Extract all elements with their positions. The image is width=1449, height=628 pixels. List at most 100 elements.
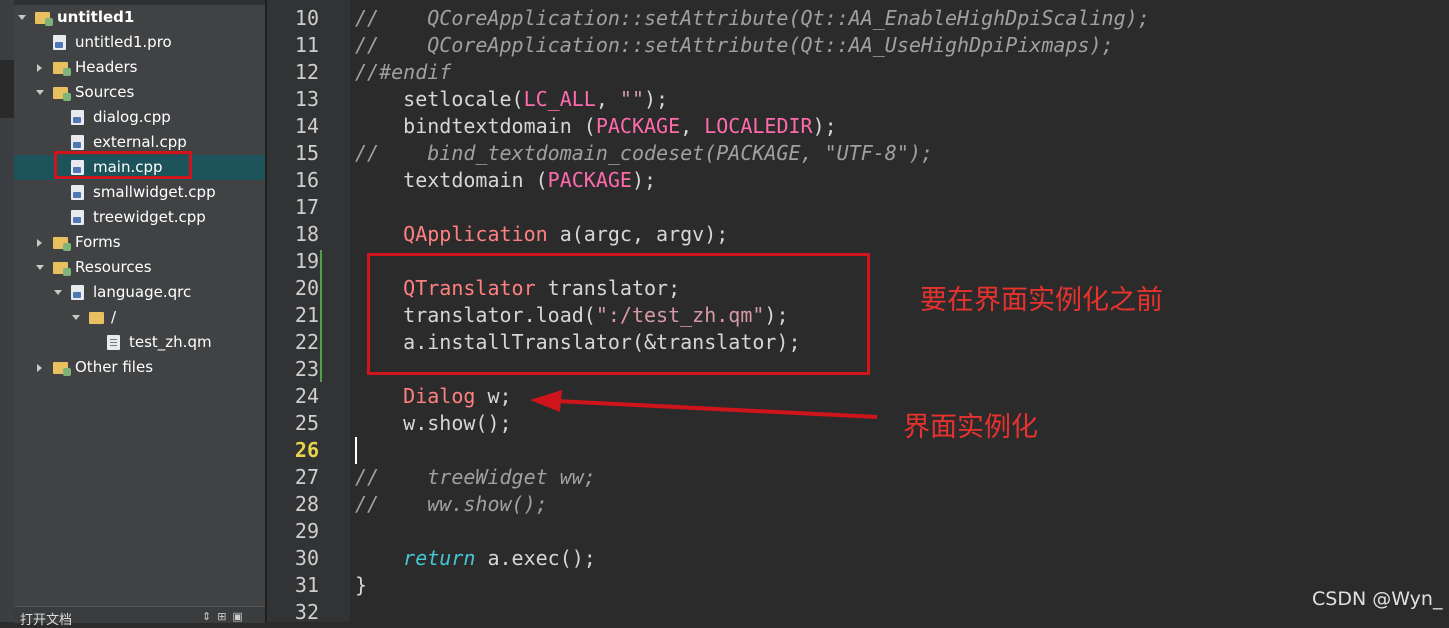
code-line[interactable]: // QCoreApplication::setAttribute(Qt::AA…: [355, 5, 1150, 32]
tree-item[interactable]: Resources: [14, 255, 265, 280]
tree-item[interactable]: Forms: [14, 230, 265, 255]
code-token: );: [631, 168, 657, 192]
line-number: 24: [294, 384, 319, 408]
watermark: CSDN @Wyn_: [1312, 588, 1443, 610]
code-line[interactable]: // bind_textdomain_codeset(PACKAGE, "UTF…: [355, 140, 933, 167]
chevron-right-icon[interactable]: [37, 64, 42, 72]
chevron-down-icon[interactable]: [54, 290, 62, 295]
code-token: QApplication: [403, 222, 548, 246]
annotation-ui-instantiation: 界面实例化: [903, 412, 1038, 443]
left-mode-bar: [0, 0, 14, 622]
line-number: 25: [294, 411, 319, 435]
qm-file-icon: [107, 335, 120, 350]
chevron-down-icon[interactable]: [36, 90, 44, 95]
code-token: w;: [475, 384, 512, 408]
sources-folder-icon: [53, 87, 71, 101]
tree-item[interactable]: smallwidget.cpp: [14, 180, 265, 205]
line-number: 26: [294, 438, 319, 462]
chevron-down-icon[interactable]: [18, 15, 26, 20]
forms-folder-icon: [53, 237, 71, 251]
code-token: // treeWidget ww;: [355, 465, 596, 489]
main-cpp-highlight-box: [54, 151, 192, 179]
line-number: 17: [294, 195, 319, 219]
code-token: PACKAGE: [547, 168, 632, 192]
code-line[interactable]: // QCoreApplication::setAttribute(Qt::AA…: [355, 32, 1114, 59]
tree-item[interactable]: untitled1.pro: [14, 30, 265, 55]
code-line[interactable]: setlocale(LC_ALL, "");: [355, 86, 668, 113]
code-token: a(argc, argv);: [547, 222, 729, 246]
tree-item-label: external.cpp: [93, 133, 187, 151]
code-token: // QCoreApplication::setAttribute(Qt::AA…: [355, 6, 1150, 30]
code-token: }: [355, 573, 368, 597]
chevron-right-icon[interactable]: [37, 239, 42, 247]
code-token: ,: [680, 114, 705, 138]
code-line[interactable]: //#endif: [355, 59, 451, 86]
tree-item-label: test_zh.qm: [129, 333, 212, 351]
project-folder-icon: [35, 12, 53, 26]
code-line[interactable]: return a.exec();: [355, 545, 596, 572]
tree-item[interactable]: dialog.cpp: [14, 105, 265, 130]
code-token: return: [403, 546, 476, 570]
line-number-gutter: 10 11 12 13 14 15 16 17 18 19 20 21 22 23 24 25 26 27 28 29…: [267, 0, 350, 624]
pro-file-icon: [53, 35, 66, 50]
code-line[interactable]: QApplication a(argc, argv);: [355, 221, 728, 248]
open-documents-bar[interactable]: 打开文档 ⇕⊞▣: [14, 606, 265, 628]
tree-item-label: language.qrc: [93, 283, 192, 301]
tree-item-label: Sources: [75, 83, 135, 101]
code-token: bindtextdomain (: [355, 114, 596, 138]
chevron-right-icon[interactable]: [37, 364, 42, 372]
cpp-file-icon: [71, 185, 84, 200]
line-number: 27: [294, 465, 319, 489]
headers-folder-icon: [53, 62, 71, 76]
tree-item-label: Forms: [75, 233, 121, 251]
tree-item-label: dialog.cpp: [93, 108, 171, 126]
tree-item[interactable]: test_zh.qm: [14, 330, 265, 355]
line-number: 18: [294, 222, 319, 246]
line-number: 15: [294, 141, 319, 165]
line-number: 16: [294, 168, 319, 192]
tree-item[interactable]: Other files: [14, 355, 265, 380]
qrc-file-icon: [71, 285, 84, 300]
line-number: 13: [294, 87, 319, 111]
code-token: "": [619, 87, 645, 111]
code-line[interactable]: // ww.show();: [355, 491, 548, 518]
tree-item[interactable]: Sources: [14, 80, 265, 105]
line-number: 12: [294, 60, 319, 84]
folder-icon: [89, 312, 104, 324]
code-token: LC_ALL: [523, 87, 596, 111]
code-line[interactable]: }: [355, 572, 367, 599]
code-token: textdomain (: [355, 168, 548, 192]
cpp-file-icon: [71, 210, 84, 225]
code-line[interactable]: w.show();: [355, 410, 511, 437]
code-line[interactable]: Dialog w;: [355, 383, 512, 410]
chevron-down-icon[interactable]: [72, 315, 80, 320]
tree-item[interactable]: /: [14, 305, 265, 330]
tree-item[interactable]: Headers: [14, 55, 265, 80]
tree-item[interactable]: language.qrc: [14, 280, 265, 305]
line-number: 14: [294, 114, 319, 138]
code-token: LOCALEDIR: [704, 114, 813, 138]
resources-folder-icon: [53, 262, 71, 276]
tree-item[interactable]: untitled1: [14, 5, 265, 30]
line-number: 11: [294, 33, 319, 57]
project-tree[interactable]: untitled1 untitled1.pro Headers Sources dial…: [14, 0, 265, 606]
tree-item[interactable]: treewidget.cpp: [14, 205, 265, 230]
line-number: 30: [294, 546, 319, 570]
line-number: 28: [294, 492, 319, 516]
code-token: setlocale(: [355, 87, 524, 111]
chevron-down-icon[interactable]: [36, 265, 44, 270]
code-token: PACKAGE: [595, 114, 681, 138]
panel-controls-icon[interactable]: ⇕⊞▣: [202, 610, 249, 623]
code-token: ,: [595, 87, 620, 111]
translator-code-highlight-box: [367, 253, 870, 375]
line-number: 31: [294, 573, 319, 597]
changed-lines-marker: [320, 250, 322, 382]
other-files-folder-icon: [53, 362, 71, 376]
code-line[interactable]: bindtextdomain (PACKAGE, LOCALEDIR);: [355, 113, 837, 140]
code-line[interactable]: // treeWidget ww;: [355, 464, 596, 491]
line-number: 29: [294, 519, 319, 543]
code-line[interactable]: textdomain (PACKAGE);: [355, 167, 656, 194]
line-number: 23: [294, 357, 319, 381]
mode-bar-marker: [0, 60, 14, 118]
